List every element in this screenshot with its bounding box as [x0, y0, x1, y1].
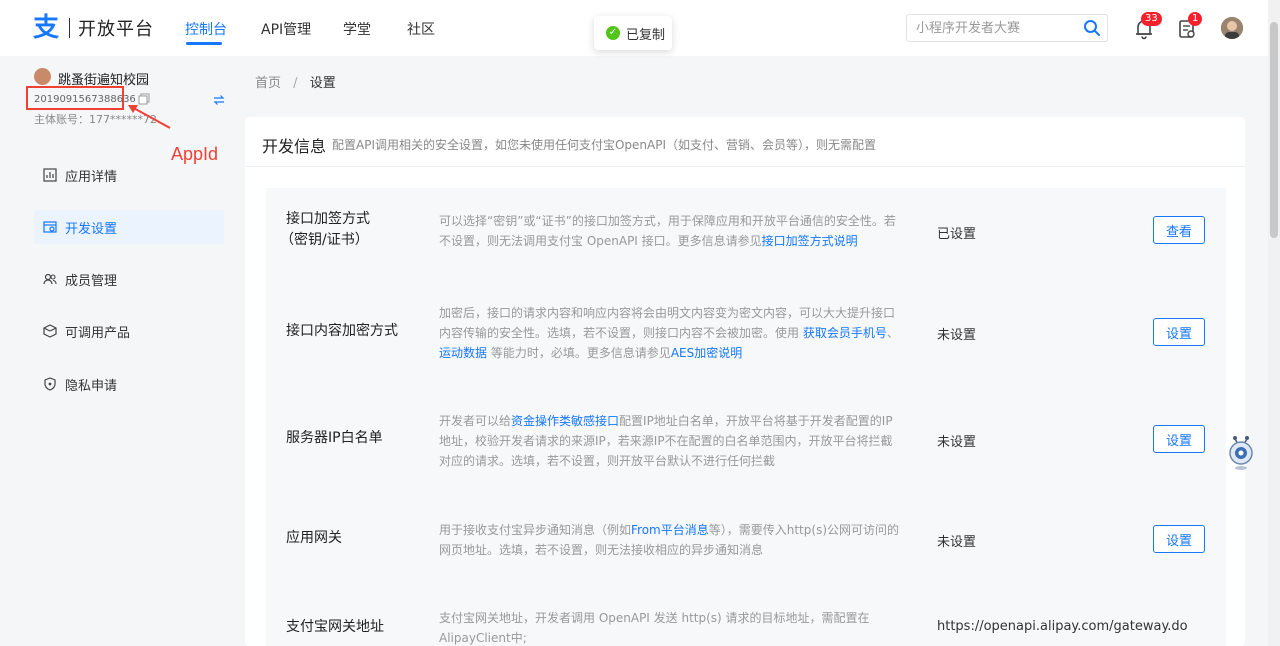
sidebar-item-products[interactable]: 可调用产品	[34, 314, 224, 348]
row-status: 已设置	[937, 227, 977, 242]
page-scrollbar[interactable]	[1268, 0, 1280, 646]
settings-row-ip-whitelist: 服务器IP白名单 开发者可以给资金操作类敏感接口配置IP地址白名单，开放平台将基…	[266, 386, 1226, 491]
settings-row-alipay-gateway: 支付宝网关地址 支付宝网关地址，开发者调用 OpenAPI 发送 http(s)…	[266, 586, 1226, 646]
sidebar-item-label: 开发设置	[65, 221, 118, 237]
card-subtitle: 配置API调用相关的安全设置，如您未使用任何支付宝OpenAPI（如支付、营销、…	[332, 138, 877, 152]
notifications-badge: 33	[1141, 12, 1162, 26]
row-desc-text: 用于接收支付宝异步通知消息（例如	[439, 523, 632, 537]
member-phone-link[interactable]: 获取会员手机号	[803, 326, 887, 340]
sidebar-item-privacy[interactable]: 隐私申请	[34, 367, 224, 401]
members-icon	[43, 273, 57, 285]
breadcrumb-separator: /	[293, 76, 298, 91]
sidebar-item-app-details[interactable]: 应用详情	[34, 158, 224, 192]
row-description: 开发者可以给资金操作类敏感接口配置IP地址白名单，开放平台将基于开发者配置的IP…	[439, 411, 901, 471]
row-description: 支付宝网关地址，开发者调用 OpenAPI 发送 http(s) 请求的目标地址…	[439, 611, 870, 645]
assistant-robot-icon[interactable]	[1226, 433, 1256, 471]
signing-method-doc-link[interactable]: 接口加签方式说明	[762, 234, 858, 248]
gateway-url: https://openapi.alipay.com/gateway.do	[937, 619, 1188, 634]
products-icon	[43, 324, 57, 338]
row-title: 应用网关	[286, 530, 342, 546]
row-description: 可以选择“密钥”或“证书”的接口加签方式，用于保障应用和开放平台通信的安全性。若…	[439, 211, 901, 251]
row-desc-text: 开发者可以给	[439, 414, 512, 428]
row-desc-text: 、	[886, 326, 899, 340]
search-icon[interactable]	[1083, 19, 1101, 37]
toast-text: 已复制	[626, 27, 666, 43]
app-avatar	[34, 68, 51, 85]
card-header: 开发信息 配置API调用相关的安全设置，如您未使用任何支付宝OpenAPI（如支…	[245, 117, 1245, 167]
dev-info-card: 开发信息 配置API调用相关的安全设置，如您未使用任何支付宝OpenAPI（如支…	[245, 117, 1245, 646]
nav-active-indicator	[186, 42, 222, 45]
sidebar: 跳蚤街遍知校园 2019091567388636 主体账号：177******7…	[0, 56, 240, 646]
row-title: 支付宝网关地址	[286, 619, 384, 635]
docs-badge: 1	[1188, 12, 1203, 26]
configure-gateway-button[interactable]: 设置	[1153, 525, 1205, 553]
check-icon: ✓	[606, 26, 620, 40]
row-title-sub: （密钥/证书）	[280, 232, 369, 248]
breadcrumb-current: 设置	[309, 76, 336, 91]
row-title: 接口加签方式	[286, 211, 370, 227]
sports-data-link[interactable]: 运动数据	[439, 346, 487, 360]
logo[interactable]: 支 开放平台	[33, 14, 154, 42]
sidebar-item-label: 应用详情	[65, 169, 118, 185]
copied-toast: ✓ 已复制	[594, 16, 672, 50]
row-title: 接口内容加密方式	[286, 323, 398, 339]
row-description: 用于接收支付宝异步通知消息（例如From平台消息等），需要传入http(s)公网…	[439, 520, 901, 560]
sidebar-item-label: 隐私申请	[65, 378, 118, 394]
chart-icon	[43, 168, 57, 182]
breadcrumb-home[interactable]: 首页	[255, 76, 281, 91]
sensitive-api-link[interactable]: 资金操作类敏感接口	[511, 414, 619, 428]
nav-academy[interactable]: 学堂	[343, 19, 371, 39]
annotation-arrow-icon	[128, 105, 171, 129]
breadcrumb: 首页 / 设置	[255, 72, 336, 91]
search-box	[906, 14, 1108, 42]
sidebar-item-label: 成员管理	[65, 273, 118, 289]
logo-text: 开放平台	[78, 19, 154, 40]
view-button[interactable]: 查看	[1153, 216, 1205, 244]
nav-community[interactable]: 社区	[407, 19, 435, 39]
nav-api-management[interactable]: API管理	[261, 19, 311, 39]
row-status: 未设置	[937, 328, 977, 343]
avatar-icon	[1221, 17, 1243, 39]
alipay-logo-icon: 支	[33, 13, 60, 43]
user-avatar[interactable]	[1221, 17, 1243, 39]
sidebar-item-dev-settings[interactable]: 开发设置	[34, 210, 224, 244]
sidebar-item-label: 可调用产品	[65, 325, 131, 341]
row-description: 加密后，接口的请求内容和响应内容将会由明文内容变为密文内容，可以大大提升接口内容…	[439, 303, 901, 363]
search-input[interactable]	[907, 15, 1075, 41]
settings-icon	[43, 221, 57, 233]
card-title: 开发信息	[262, 137, 327, 156]
configure-encryption-button[interactable]: 设置	[1153, 318, 1205, 346]
row-status: 未设置	[937, 535, 977, 550]
configure-ip-button[interactable]: 设置	[1153, 425, 1205, 453]
switch-app-icon[interactable]	[213, 94, 225, 106]
settings-row-signing: 接口加签方式 （密钥/证书） 可以选择“密钥”或“证书”的接口加签方式，用于保障…	[266, 188, 1226, 287]
from-platform-link[interactable]: From平台消息	[631, 523, 709, 537]
sidebar-item-members[interactable]: 成员管理	[34, 262, 224, 296]
privacy-icon	[44, 377, 56, 391]
aes-doc-link[interactable]: AES加密说明	[671, 346, 742, 360]
nav-console[interactable]: 控制台	[185, 19, 227, 39]
scrollbar-thumb[interactable]	[1270, 22, 1278, 238]
row-desc-text: 等能力时，必填。更多信息请参见	[487, 346, 671, 360]
settings-list: 接口加签方式 （密钥/证书） 可以选择“密钥”或“证书”的接口加签方式，用于保障…	[266, 188, 1226, 646]
settings-row-gateway: 应用网关 用于接收支付宝异步通知消息（例如From平台消息等），需要传入http…	[266, 491, 1226, 586]
logo-divider	[69, 18, 70, 38]
row-status: 未设置	[937, 435, 977, 450]
row-title: 服务器IP白名单	[286, 430, 383, 446]
settings-row-encryption: 接口内容加密方式 加密后，接口的请求内容和响应内容将会由明文内容变为密文内容，可…	[266, 287, 1226, 386]
